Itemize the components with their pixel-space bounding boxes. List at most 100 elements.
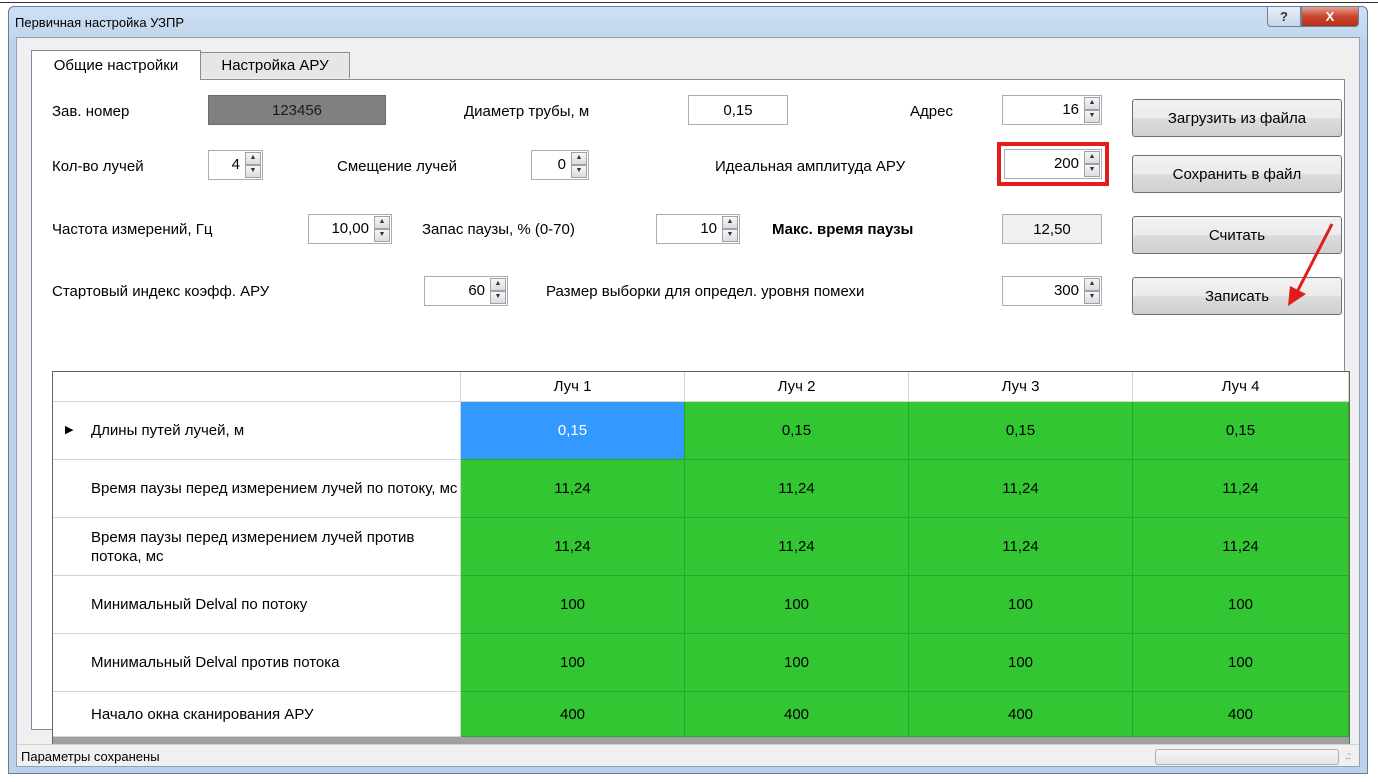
table-cell[interactable]: 0,15	[461, 402, 685, 460]
agc-start-index-stepper[interactable]: 60 ▲ ▼	[424, 276, 508, 306]
spin-up-icon[interactable]: ▲	[245, 152, 261, 165]
beam-count-stepper[interactable]: 4 ▲ ▼	[208, 150, 263, 180]
table-cell[interactable]: 11,24	[685, 518, 909, 576]
table-cell[interactable]: 11,24	[909, 518, 1133, 576]
resize-grip-icon[interactable]: .::	[1345, 751, 1351, 762]
help-button[interactable]: ?	[1267, 7, 1301, 27]
pause-margin-stepper[interactable]: 10 ▲ ▼	[656, 214, 740, 244]
max-pause-field: 12,50	[1002, 214, 1102, 244]
serial-value: 123456	[271, 101, 323, 119]
table-cell[interactable]: 100	[685, 576, 909, 634]
column-header-label: Луч 2	[777, 378, 816, 395]
noise-sample-stepper[interactable]: 300 ▲ ▼	[1002, 276, 1102, 306]
table-cell[interactable]: 0,15	[685, 402, 909, 460]
cell-value: 11,24	[1222, 480, 1259, 497]
noise-sample-label: Размер выборки для определ. уровня помех…	[546, 283, 865, 300]
beam-offset-label: Смещение лучей	[337, 158, 457, 175]
spin-up-icon[interactable]: ▲	[1084, 97, 1100, 110]
beam-count-value: 4	[231, 156, 240, 173]
table-cell[interactable]: 11,24	[909, 460, 1133, 518]
spin-down-icon[interactable]: ▼	[571, 165, 587, 178]
table-cell[interactable]: 0,15	[1133, 402, 1349, 460]
column-header[interactable]: Луч 4	[1133, 372, 1349, 402]
address-stepper[interactable]: 16 ▲ ▼	[1002, 95, 1102, 125]
column-header[interactable]: Луч 1	[461, 372, 685, 402]
cell-value: 100	[1007, 596, 1034, 613]
table-row-header[interactable]: Начало окна сканирования АРУ	[53, 692, 461, 737]
row-label: Минимальный Delval по потоку	[91, 596, 308, 613]
spin-down-icon[interactable]: ▼	[245, 165, 261, 178]
spin-up-icon[interactable]: ▲	[1084, 278, 1100, 291]
column-header[interactable]: Луч 3	[909, 372, 1133, 402]
save-to-file-button[interactable]: Сохранить в файл	[1132, 155, 1342, 193]
spin-up-icon[interactable]: ▲	[1084, 151, 1100, 164]
beam-parameters-table[interactable]: Луч 1 Луч 2 Луч 3 Луч 4 ▶ Длины путей луч…	[52, 371, 1350, 748]
annotation-arrow-icon	[1288, 223, 1334, 306]
table-row-header[interactable]: Время паузы перед измерением лучей проти…	[53, 518, 461, 576]
spin-down-icon[interactable]: ▼	[374, 229, 390, 242]
spin-up-icon[interactable]: ▲	[571, 152, 587, 165]
frequency-label: Частота измерений, Гц	[52, 221, 213, 238]
table-row-header[interactable]: Время паузы перед измерением лучей по по…	[53, 460, 461, 518]
column-header-label: Луч 4	[1221, 378, 1260, 395]
table-cell[interactable]: 100	[1133, 576, 1349, 634]
table-cell[interactable]: 100	[685, 634, 909, 692]
spin-down-icon[interactable]: ▼	[1084, 110, 1100, 123]
serial-label: Зав. номер	[52, 103, 130, 120]
column-header[interactable]: Луч 2	[685, 372, 909, 402]
frequency-stepper[interactable]: 10,00 ▲ ▼	[308, 214, 392, 244]
beam-offset-value: 0	[557, 156, 566, 173]
general-settings-page: Зав. номер 123456 Диаметр трубы, м 0,15 …	[31, 79, 1350, 748]
table-cell[interactable]: 100	[909, 634, 1133, 692]
table-cell[interactable]: 11,24	[685, 460, 909, 518]
table-cell[interactable]: 400	[461, 692, 685, 737]
title-bar[interactable]: Первичная настройка УЗПР ? X	[9, 7, 1367, 37]
table-cell[interactable]: 100	[461, 634, 685, 692]
page-top-rule	[0, 2, 1378, 3]
cell-value: 400	[783, 705, 810, 723]
frequency-value: 10,00	[331, 220, 369, 237]
table-cell[interactable]: 11,24	[461, 518, 685, 576]
cell-value: 0,15	[1225, 422, 1256, 439]
table-cell[interactable]: 400	[909, 692, 1133, 737]
help-icon: ?	[1280, 9, 1288, 24]
table-cell[interactable]: 100	[1133, 634, 1349, 692]
table-cell[interactable]: 11,24	[1133, 460, 1349, 518]
spin-down-icon[interactable]: ▼	[1084, 164, 1100, 177]
serial-field: 123456	[208, 95, 386, 125]
table-row-header[interactable]: Минимальный Delval против потока	[53, 634, 461, 692]
cell-value: 100	[1227, 596, 1254, 613]
spin-up-icon[interactable]: ▲	[374, 216, 390, 229]
window-client-area: Общие настройки Настройка АРУ Зав. номер…	[16, 37, 1360, 767]
table-cell[interactable]: 11,24	[461, 460, 685, 518]
tab-label: Настройка АРУ	[221, 57, 329, 74]
spin-down-icon[interactable]: ▼	[1084, 291, 1100, 304]
spin-up-icon[interactable]: ▲	[490, 278, 506, 291]
table-cell[interactable]: 400	[1133, 692, 1349, 737]
close-button[interactable]: X	[1301, 7, 1359, 27]
tab-general-settings[interactable]: Общие настройки	[31, 50, 201, 80]
table-cell[interactable]: 11,24	[1133, 518, 1349, 576]
spin-down-icon[interactable]: ▼	[490, 291, 506, 304]
cell-value: 11,24	[1002, 480, 1039, 497]
pipe-diameter-label: Диаметр трубы, м	[464, 103, 590, 120]
agc-start-index-label: Стартовый индекс коэфф. АРУ	[52, 283, 270, 300]
tab-agc-settings[interactable]: Настройка АРУ	[200, 52, 350, 78]
table-cell[interactable]: 400	[685, 692, 909, 737]
row-label: Время паузы перед измерением лучей по по…	[91, 480, 458, 497]
table-cell[interactable]: 0,15	[909, 402, 1133, 460]
table-cell[interactable]: 100	[909, 576, 1133, 634]
table-row-header[interactable]: ▶ Длины путей лучей, м	[53, 402, 461, 460]
pipe-diameter-input[interactable]: 0,15	[688, 95, 788, 125]
spin-up-icon[interactable]: ▲	[722, 216, 738, 229]
ideal-amplitude-stepper[interactable]: 200 ▲ ▼	[997, 142, 1109, 186]
load-from-file-button[interactable]: Загрузить из файла	[1132, 99, 1342, 137]
cell-value: 100	[783, 654, 810, 671]
table-cell[interactable]: 100	[461, 576, 685, 634]
spin-down-icon[interactable]: ▼	[722, 229, 738, 242]
table-row-header[interactable]: Минимальный Delval по потоку	[53, 576, 461, 634]
ideal-amplitude-label: Идеальная амплитуда АРУ	[715, 158, 906, 175]
beam-offset-stepper[interactable]: 0 ▲ ▼	[531, 150, 589, 180]
row-label: Начало окна сканирования АРУ	[91, 705, 314, 723]
cell-value: 100	[1227, 654, 1254, 671]
